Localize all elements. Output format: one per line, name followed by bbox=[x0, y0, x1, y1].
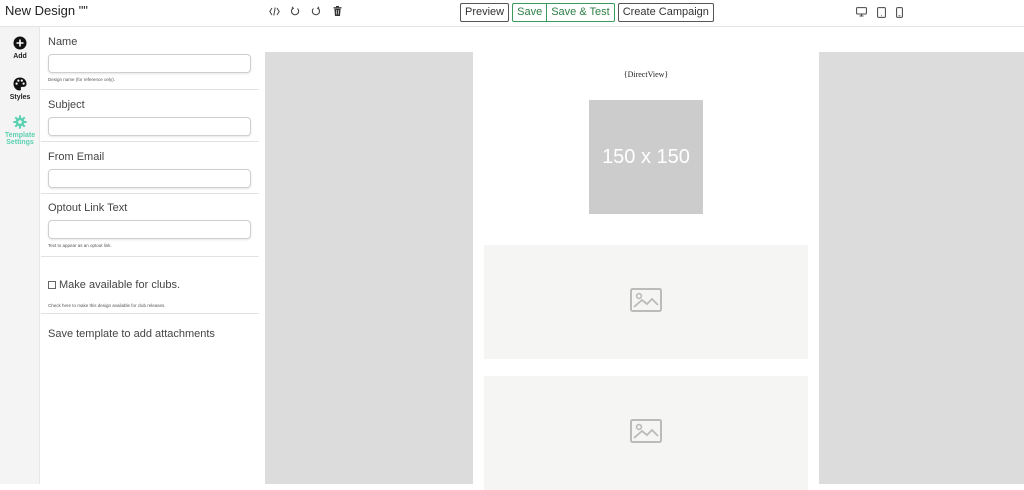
clubs-checkbox-row[interactable]: Make available for clubs. bbox=[48, 279, 180, 291]
optout-input[interactable] bbox=[48, 220, 251, 239]
subject-label: Subject bbox=[48, 99, 85, 111]
from-email-field-group: From Email bbox=[48, 151, 252, 188]
palette-icon bbox=[0, 77, 40, 93]
save-button-group: Save Save & Test bbox=[512, 3, 615, 22]
desktop-icon[interactable] bbox=[856, 6, 867, 18]
rail-item-label: Add bbox=[13, 53, 27, 60]
mobile-icon[interactable] bbox=[896, 6, 903, 18]
clubs-checkbox[interactable] bbox=[48, 281, 56, 289]
rail-item-styles[interactable]: Styles bbox=[0, 77, 40, 101]
rail-item-label: Styles bbox=[9, 94, 31, 101]
left-rail: Add Styles Template Settings bbox=[0, 27, 40, 484]
preview-button[interactable]: Preview bbox=[460, 3, 510, 22]
subject-input[interactable] bbox=[48, 117, 251, 136]
design-title: New Design "" bbox=[5, 3, 88, 18]
placeholder-image[interactable]: 150 x 150 bbox=[589, 100, 703, 214]
trash-icon[interactable] bbox=[331, 4, 343, 18]
image-placeholder-icon bbox=[630, 418, 662, 448]
image-block[interactable] bbox=[484, 245, 808, 359]
top-bar: New Design "" Preview Save Save & Test C… bbox=[0, 0, 1024, 27]
name-hint: Design name (for reference only). bbox=[48, 77, 116, 82]
clubs-hint: Check here to make this design available… bbox=[48, 303, 166, 308]
divider bbox=[41, 89, 259, 90]
optout-field-group: Optout Link Text Text to appear as an op… bbox=[48, 202, 252, 248]
device-preview-switcher bbox=[856, 6, 903, 18]
create-campaign-button[interactable]: Create Campaign bbox=[617, 3, 714, 22]
rail-item-add[interactable]: Add bbox=[0, 36, 40, 60]
template-settings-panel: Name Design name (for reference only). S… bbox=[41, 27, 259, 484]
action-buttons: Preview Save Save & Test Create Campaign bbox=[460, 3, 714, 22]
redo-icon[interactable] bbox=[310, 4, 322, 18]
image-placeholder-icon bbox=[630, 287, 662, 317]
optout-hint: Text to appear as an optout link. bbox=[48, 243, 112, 248]
divider bbox=[41, 193, 259, 194]
divider bbox=[41, 313, 259, 314]
editor-tools bbox=[268, 4, 343, 18]
undo-icon[interactable] bbox=[289, 4, 301, 18]
save-button[interactable]: Save bbox=[512, 3, 547, 22]
optout-label: Optout Link Text bbox=[48, 202, 128, 214]
image-block[interactable] bbox=[484, 376, 808, 490]
rail-item-template-settings[interactable]: Template Settings bbox=[0, 115, 40, 146]
name-input[interactable] bbox=[48, 54, 251, 73]
tablet-icon[interactable] bbox=[877, 6, 886, 18]
clubs-label: Make available for clubs. bbox=[59, 279, 181, 291]
rail-item-label: Template Settings bbox=[4, 132, 36, 146]
subject-field-group: Subject bbox=[48, 99, 252, 136]
name-field-group: Name Design name (for reference only). bbox=[48, 36, 252, 82]
divider bbox=[41, 141, 259, 142]
design-canvas: {DirectView} 150 x 150 bbox=[265, 52, 1024, 490]
email-body[interactable]: {DirectView} 150 x 150 bbox=[473, 52, 819, 490]
code-icon[interactable] bbox=[268, 4, 280, 18]
attachments-note: Save template to add attachments bbox=[48, 328, 215, 340]
from-email-label: From Email bbox=[48, 151, 105, 163]
save-and-test-button[interactable]: Save & Test bbox=[546, 3, 615, 22]
from-email-input[interactable] bbox=[48, 169, 251, 188]
plus-circle-icon bbox=[0, 36, 40, 52]
divider bbox=[41, 256, 259, 257]
name-label: Name bbox=[48, 36, 78, 48]
gear-icon bbox=[0, 115, 40, 131]
brand-text[interactable]: {DirectView} bbox=[473, 70, 819, 79]
